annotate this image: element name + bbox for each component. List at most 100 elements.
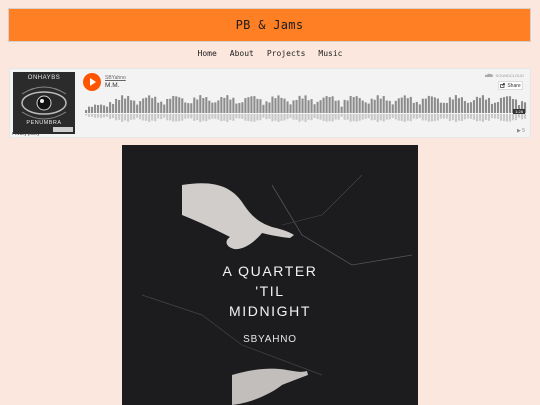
waveform-bar [265,101,268,113]
waveform-bar [172,95,175,113]
waveform-bar [142,98,145,113]
artwork-title-line-1: A QUARTER [222,263,318,279]
waveform-bar [145,97,148,113]
waveform-reflection [115,114,118,121]
waveform-bar [454,95,457,113]
waveform-bar [307,100,310,113]
waveform-reflection [265,114,268,120]
waveform-reflection [121,114,124,122]
main-nav: Home About Projects Music [0,49,540,63]
privacy-policy-link[interactable]: Privacy policy [12,131,40,136]
waveform-bar [91,106,94,113]
play-button[interactable] [83,73,101,91]
share-icon [500,83,506,88]
waveform-reflection [178,114,181,122]
waveform-reflection [364,114,367,119]
waveform-bar [451,99,454,113]
waveform-reflection [268,114,271,119]
waveform-reflection [253,114,256,122]
waveform-reflection [169,114,172,121]
waveform-reflection [301,114,304,121]
waveform-bar [490,103,494,113]
waveform-reflection [508,114,512,122]
waveform-reflection [277,114,280,122]
waveform-reflection [289,114,292,118]
waveform-bar [190,103,193,113]
waveform-bar [223,97,226,113]
site-title[interactable]: PB & Jams [236,18,304,32]
waveform-reflection [280,114,283,121]
waveform-reflection [151,114,154,121]
waveform-reflection [208,114,211,120]
waveform-reflection [130,114,133,120]
waveform-reflection [310,114,313,121]
waveform-bar [274,98,277,113]
waveform-reflection [271,114,274,122]
waveform-bar [340,106,343,113]
waveform-bar [367,103,370,113]
waveform-reflection [235,114,238,119]
waveform-reflection [334,114,337,120]
waveform-bar [214,102,217,113]
waveform-reflection [373,114,376,120]
waveform[interactable] [85,93,527,125]
waveform-reflection [487,114,491,121]
artwork-artist: SBYAHNO [243,334,297,345]
waveform-reflection [172,114,175,122]
waveform-reflection [295,114,298,120]
waveform-reflection [160,114,163,120]
waveform-reflection [418,114,421,118]
waveform-reflection [358,114,361,121]
waveform-bar [112,103,115,113]
waveform-reflection [184,114,187,119]
waveform-reflection [460,114,463,122]
waveform-bar [310,99,313,113]
waveform-bar [439,102,442,113]
nav-about[interactable]: About [230,49,254,63]
waveform-bar [304,95,307,113]
waveform-bar [364,102,367,113]
waveform-reflection [412,114,415,119]
soundcloud-logo[interactable]: SOUNDCLOUD [484,73,524,78]
waveform-reflection [490,114,494,119]
waveform-bar [421,98,424,113]
waveform-bar [355,96,358,113]
waveform-bar [508,96,512,113]
waveform-reflection [322,114,325,121]
waveform-reflection [367,114,370,119]
waveform-reflection [484,114,487,120]
waveform-reflection [163,114,166,118]
track-title[interactable]: M.M. [105,82,119,89]
waveform-reflection [400,114,403,121]
nav-music[interactable]: Music [318,49,342,63]
waveform-bar [247,97,250,113]
waveform-reflection [142,114,145,121]
waveform-bar [346,100,349,113]
waveform-reflection [331,114,334,122]
waveform-bar [433,97,436,113]
waveform-bar [484,99,487,113]
waveform-reflection [148,114,151,122]
waveform-bar [406,98,409,113]
waveform-reflection [256,114,259,121]
waveform-reflection [244,114,247,121]
waveform-bar [118,100,121,113]
waveform-reflection [97,114,100,118]
artist-link[interactable]: SBYahno [105,75,126,81]
waveform-reflection [442,114,445,119]
waveform-reflection [175,114,178,122]
waveform-bar [505,96,509,113]
waveform-reflection [286,114,289,120]
waveform-reflection [241,114,244,119]
waveform-bar [316,101,319,113]
waveform-bar [412,102,415,113]
waveform-reflection [325,114,328,122]
track-cover-art[interactable]: ONHAYBS PENUMBRA [13,72,75,134]
waveform-bar [94,104,97,113]
nav-home[interactable]: Home [198,49,217,63]
waveform-reflection [94,114,97,118]
waveform-reflection [166,114,169,121]
share-button[interactable]: Share [498,81,523,90]
waveform-reflection [226,114,229,123]
nav-projects[interactable]: Projects [267,49,306,63]
